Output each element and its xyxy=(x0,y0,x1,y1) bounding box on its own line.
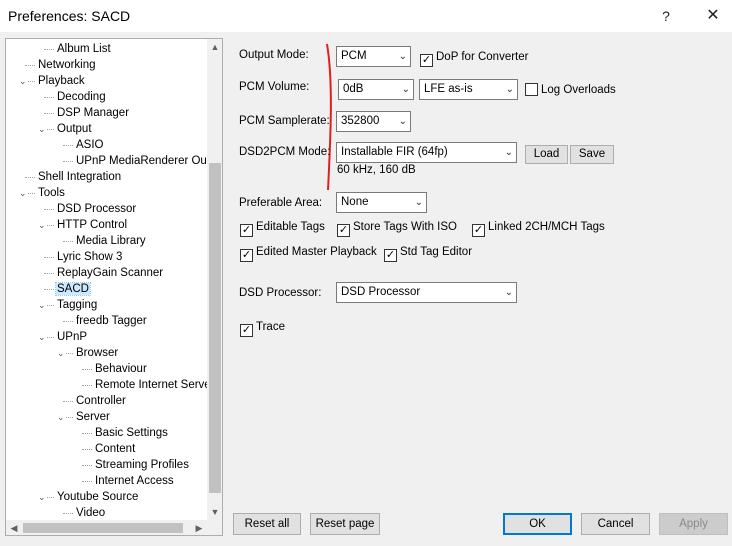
reset-page-button[interactable]: Reset page xyxy=(310,513,380,535)
std-tag-editor-checkbox[interactable]: ✓ Std Tag Editor xyxy=(384,245,472,262)
output-mode-select[interactable]: PCM ⌄ xyxy=(336,46,411,67)
edited-master-label: Edited Master Playback xyxy=(256,246,377,258)
std-tag-editor-label: Std Tag Editor xyxy=(400,246,473,258)
dsd-processor-label: DSD Processor: xyxy=(239,287,322,299)
check-icon: ✓ xyxy=(384,249,397,262)
load-button[interactable]: Load xyxy=(525,145,568,164)
edited-master-checkbox[interactable]: ✓ Edited Master Playback xyxy=(240,245,377,262)
chevron-down-icon: ⌄ xyxy=(414,197,423,208)
dop-label: DoP for Converter xyxy=(436,51,529,63)
apply-button[interactable]: Apply xyxy=(659,513,728,535)
pcm-volume-select[interactable]: 0dB ⌄ xyxy=(338,79,414,100)
pcm-samplerate-label: PCM Samplerate: xyxy=(239,115,330,127)
chevron-down-icon: ⌄ xyxy=(504,147,513,158)
trace-checkbox[interactable]: ✓ Trace xyxy=(240,320,285,337)
editable-tags-checkbox[interactable]: ✓ Editable Tags xyxy=(240,220,325,237)
pcm-volume-label: PCM Volume: xyxy=(239,81,310,93)
check-icon: ✓ xyxy=(420,54,433,67)
check-icon: ✓ xyxy=(337,224,350,237)
check-icon: ✓ xyxy=(240,249,253,262)
lfe-select[interactable]: LFE as-is ⌄ xyxy=(419,79,518,100)
preferable-area-value: None xyxy=(341,196,369,208)
check-icon: ✓ xyxy=(472,224,485,237)
store-tags-iso-checkbox[interactable]: ✓ Store Tags With ISO xyxy=(337,220,457,237)
check-icon: ✓ xyxy=(240,224,253,237)
dop-checkbox[interactable]: ✓ DoP for Converter xyxy=(420,50,528,67)
preferable-area-select[interactable]: None ⌄ xyxy=(336,192,427,213)
dsd2pcm-label: DSD2PCM Mode: xyxy=(239,146,331,158)
log-overloads-checkbox[interactable]: Log Overloads xyxy=(525,83,616,97)
output-mode-value: PCM xyxy=(341,50,367,62)
store-tags-iso-label: Store Tags With ISO xyxy=(353,221,457,233)
chevron-down-icon: ⌄ xyxy=(398,51,407,62)
pcm-samplerate-value: 352800 xyxy=(341,115,380,127)
chevron-down-icon: ⌄ xyxy=(401,84,410,95)
dsd2pcm-info: 60 kHz, 160 dB xyxy=(337,164,416,176)
cancel-button[interactable]: Cancel xyxy=(581,513,650,535)
ok-button[interactable]: OK xyxy=(503,513,572,535)
output-mode-label: Output Mode: xyxy=(239,49,309,61)
pcm-samplerate-select[interactable]: 352800 ⌄ xyxy=(336,111,411,132)
dsd2pcm-select[interactable]: Installable FIR (64fp) ⌄ xyxy=(336,142,517,163)
reset-all-button[interactable]: Reset all xyxy=(233,513,301,535)
editable-tags-label: Editable Tags xyxy=(256,221,325,233)
save-button[interactable]: Save xyxy=(570,145,614,164)
trace-label: Trace xyxy=(256,321,285,333)
pcm-volume-value: 0dB xyxy=(343,83,364,95)
linked-tags-checkbox[interactable]: ✓ Linked 2CH/MCH Tags xyxy=(472,220,605,237)
preferable-area-label: Preferable Area: xyxy=(239,197,323,209)
chevron-down-icon: ⌄ xyxy=(505,84,514,95)
log-overloads-label: Log Overloads xyxy=(541,84,616,96)
checkbox-box xyxy=(525,83,538,96)
linked-tags-label: Linked 2CH/MCH Tags xyxy=(488,221,605,233)
chevron-down-icon: ⌄ xyxy=(398,116,407,127)
dsd2pcm-value: Installable FIR (64fp) xyxy=(341,146,448,158)
lfe-value: LFE as-is xyxy=(424,83,473,95)
dsd-processor-select[interactable]: DSD Processor ⌄ xyxy=(336,282,517,303)
dsd-processor-value: DSD Processor xyxy=(341,286,421,298)
chevron-down-icon: ⌄ xyxy=(504,287,513,298)
check-icon: ✓ xyxy=(240,324,253,337)
